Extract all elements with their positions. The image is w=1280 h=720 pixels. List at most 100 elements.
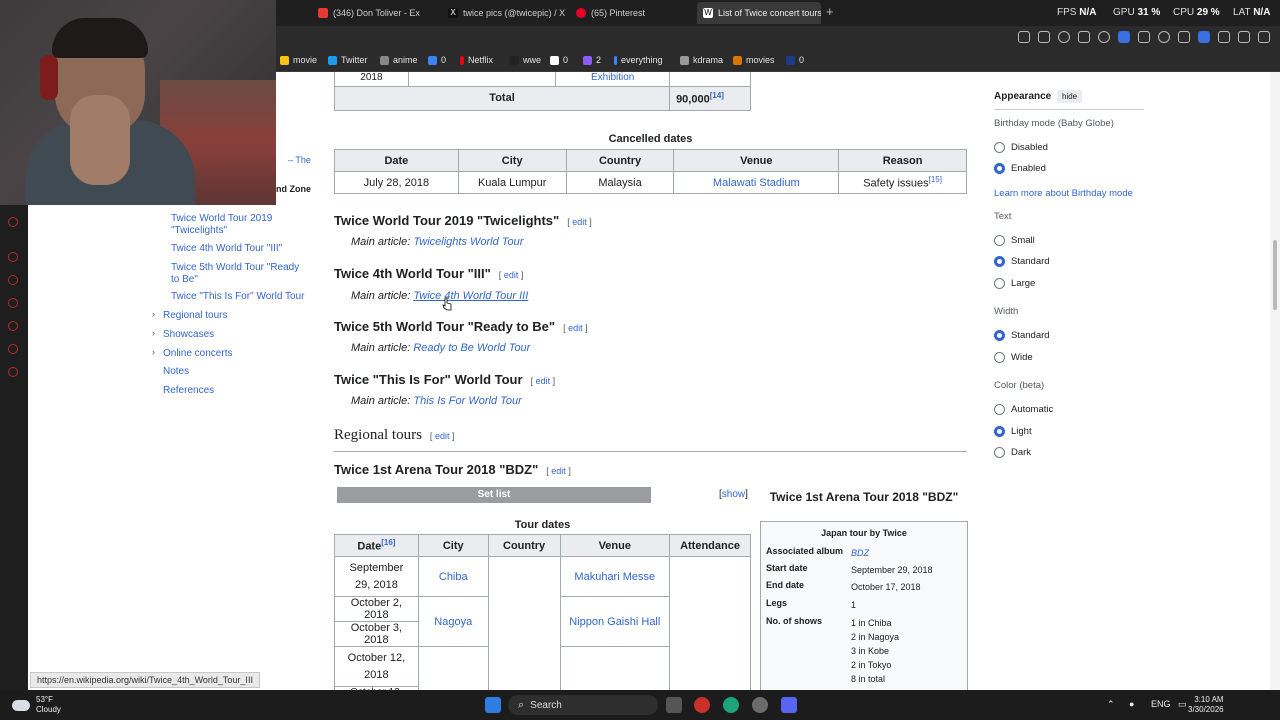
main-article-link[interactable]: Twice 4th World Tour III (413, 290, 528, 302)
cell-venue[interactable]: Nippon Gaishi Hall (559, 596, 671, 647)
chevron-right-icon[interactable]: › (152, 328, 155, 338)
shield-icon[interactable] (1058, 31, 1070, 43)
sidebar-icon[interactable] (8, 275, 18, 285)
bookmark-movie[interactable]: movie (280, 55, 317, 65)
tab-wikipedia[interactable]: W List of Twice concert tours (697, 2, 821, 24)
puzzle-icon[interactable] (1178, 31, 1190, 43)
column-header: Venue (559, 534, 671, 557)
toc-section-online[interactable]: Online concerts (163, 348, 232, 360)
main-article-link[interactable]: Twicelights World Tour (413, 236, 523, 248)
windows-start-icon[interactable] (485, 697, 501, 713)
toc-item-5th-tour[interactable]: Twice 5th World Tour "Ready to Be" (171, 262, 306, 285)
hide-button[interactable]: hide (1057, 90, 1083, 103)
ai-icon[interactable] (1238, 31, 1250, 43)
edge-icon[interactable] (723, 697, 739, 713)
bookmark-kdrama[interactable]: kdrama (680, 55, 723, 65)
microphone-icon[interactable]: ● (1129, 699, 1134, 709)
toc-item-4th-tour[interactable]: Twice 4th World Tour "III" (171, 243, 291, 255)
bookmark-0a[interactable]: 0 (428, 55, 446, 65)
edit-link[interactable]: [ edit ] (567, 217, 592, 227)
taskbar-search[interactable]: ⌕ Search (508, 695, 658, 715)
download-icon[interactable] (1218, 31, 1230, 43)
cell-city[interactable]: Nagoya (417, 596, 489, 647)
taskbar: 53°F Cloudy ⌕ Search ⌃ ● ENG ▭ 3:10 AM 3/3… (0, 690, 1280, 720)
edit-link[interactable]: [ edit ] (563, 323, 588, 333)
bookmark-2[interactable]: 2 (583, 55, 601, 65)
bookmark-everything[interactable]: everything (614, 55, 663, 65)
bookmark-0c[interactable]: 0 (786, 55, 804, 65)
clock[interactable]: 3:10 AM 3/30/2026 (1188, 695, 1224, 715)
radio-text-large[interactable]: Large (994, 278, 1035, 289)
amazon-icon[interactable] (1198, 31, 1210, 43)
edit-link[interactable]: [ edit ] (499, 270, 524, 280)
chevron-right-icon[interactable]: › (152, 347, 155, 357)
cell-venue[interactable]: Makuhari Messe (559, 556, 671, 597)
birthday-learn-more-link[interactable]: Learn more about Birthday mode (994, 188, 1133, 199)
play-icon[interactable] (1078, 31, 1090, 43)
toc-item-this-is-for[interactable]: Twice "This Is For" World Tour (171, 291, 306, 303)
radio-width-wide[interactable]: Wide (994, 352, 1033, 363)
edit-link[interactable]: [ edit ] (430, 431, 455, 441)
toc-section-notes[interactable]: Notes (163, 366, 189, 378)
bookmark-netflix[interactable]: Netflix (460, 55, 493, 65)
tab-youtube[interactable]: (346) Don Toliver - Ex (312, 2, 440, 24)
bookmark-anime[interactable]: anime (380, 55, 418, 65)
extension-icon[interactable] (1118, 31, 1130, 43)
discord-icon[interactable] (781, 697, 797, 713)
twitch-icon[interactable] (1138, 31, 1150, 43)
bookmark-movies[interactable]: movies (733, 55, 775, 65)
screenshot-icon[interactable] (1038, 31, 1050, 43)
radio-text-standard[interactable]: Standard (994, 256, 1050, 267)
radio-color-light[interactable]: Light (994, 426, 1032, 437)
settings-icon[interactable] (752, 697, 768, 713)
sidebar-icon[interactable] (8, 298, 18, 308)
sidebar-icon[interactable] (8, 344, 18, 354)
radio-birthday-disabled[interactable]: Disabled (994, 142, 1048, 153)
table-cell[interactable]: Exhibition (555, 72, 671, 87)
menu-icon[interactable] (1258, 31, 1270, 43)
chevron-up-icon[interactable]: ⌃ (1107, 699, 1115, 710)
main-article-link[interactable]: Ready to Be World Tour (413, 342, 530, 354)
appearance-title: Appearance (994, 91, 1052, 102)
cell-venue[interactable]: Malawati Stadium (673, 171, 840, 194)
main-article-link[interactable]: This Is For World Tour (413, 395, 521, 407)
bookmark-wwe[interactable]: wwe (510, 55, 541, 65)
tab-x[interactable]: X twice pics (@twicepic) / X (442, 2, 566, 24)
table-cell (669, 72, 751, 87)
sidebar-icon[interactable] (8, 321, 18, 331)
cell-city[interactable]: Chiba (417, 556, 489, 597)
new-tab-button[interactable]: + (826, 4, 834, 19)
cell-date: July 28, 2018 (334, 171, 459, 194)
sidebar-icon[interactable] (8, 252, 18, 262)
scrollbar[interactable] (1270, 72, 1280, 692)
opera-icon[interactable] (694, 697, 710, 713)
radio-width-standard[interactable]: Standard (994, 330, 1050, 341)
edit-link[interactable]: [ edit ] (546, 466, 571, 476)
tab-pinterest[interactable]: (65) Pinterest (570, 2, 680, 24)
edit-link[interactable]: [ edit ] (531, 376, 556, 386)
bookmark-0b[interactable]: 0 (550, 55, 568, 65)
radio-birthday-enabled[interactable]: Enabled (994, 163, 1046, 174)
album-link[interactable]: BDZ (851, 546, 966, 560)
sidebar-icon[interactable] (8, 217, 18, 227)
radio-text-small[interactable]: Small (994, 235, 1035, 246)
language-indicator[interactable]: ENG (1151, 699, 1171, 709)
toc-partial-link[interactable]: – The (288, 155, 311, 165)
toc-section-references[interactable]: References (163, 385, 214, 397)
weather-widget[interactable]: 53°F Cloudy (12, 695, 61, 715)
radio-color-dark[interactable]: Dark (994, 447, 1031, 458)
task-view-icon[interactable] (666, 697, 682, 713)
bookmark-twitter[interactable]: Twitter (328, 55, 368, 65)
toc-section-showcases[interactable]: Showcases (163, 329, 214, 341)
show-toggle[interactable]: [show] (719, 489, 748, 500)
toc-item-twicelights[interactable]: Twice World Tour 2019 "Twicelights" (171, 213, 281, 236)
sync-icon[interactable] (1158, 31, 1170, 43)
radio-color-automatic[interactable]: Automatic (994, 404, 1053, 415)
bookmark-icon[interactable] (1018, 31, 1030, 43)
scrollbar-thumb[interactable] (1273, 240, 1277, 310)
sidebar-icon[interactable] (8, 367, 18, 377)
chevron-right-icon[interactable]: › (152, 309, 155, 319)
heart-icon[interactable] (1098, 31, 1110, 43)
network-icon[interactable]: ▭ (1178, 699, 1187, 710)
toc-section-regional[interactable]: Regional tours (163, 310, 227, 322)
